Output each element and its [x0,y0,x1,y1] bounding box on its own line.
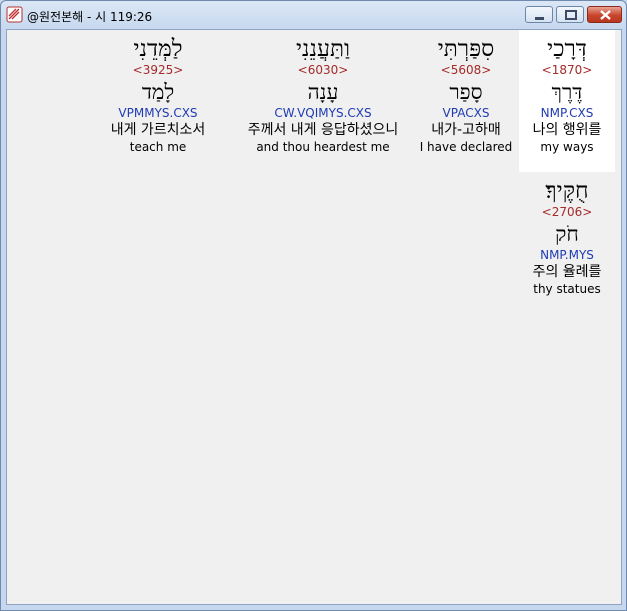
lemma: עָנָה [307,80,339,104]
lemma: חֹק [555,222,579,246]
word-cell[interactable]: לַמְּדֵנִי <3925> לָמַד VPMMYS.CXS 내게 가르… [99,30,217,155]
minimize-icon [535,17,544,20]
maximize-icon [565,10,577,20]
morphology: VPACXS [442,106,490,120]
korean-gloss: 나의 행위를 [532,122,602,138]
word-cell[interactable]: דְּרָכַי <1870> דֶּרֶךְ NMP.CXS 나의 행위를 m… [519,30,615,172]
english-gloss: thy statues [533,282,601,296]
english-gloss: my ways [540,140,594,154]
morphology: NMP.MYS [540,248,594,262]
korean-gloss: 내게 가르치소서 [110,122,206,138]
morphology: CW.VQIMYS.CXS [274,106,372,120]
strong-number[interactable]: <6030> [233,63,413,78]
english-gloss: I have declared [419,140,513,154]
word-cell[interactable]: חֻקֶּיךָ׃ <2706> חֹק NMP.MYS 주의 율례를 thy … [516,172,618,297]
korean-gloss: 주의 율례를 [532,264,602,280]
lemma: דֶּרֶךְ [551,80,583,104]
english-gloss: and thou heardest me [256,140,390,154]
hebrew-word: חֻקֶּיךָ׃ [545,178,589,204]
english-gloss: teach me [129,140,187,154]
strong-number[interactable]: <1870> [519,63,615,78]
window-title: @원전본해 - 시 119:26 [27,10,153,24]
lemma: סָפַר [449,80,483,104]
word-cell[interactable]: וַתַּעֲנֵנִי <6030> עָנָה CW.VQIMYS.CXS … [233,30,413,155]
strong-number[interactable]: <5608> [416,63,516,78]
close-icon [600,10,611,20]
word-cell[interactable]: סִפַּרְתִּי <5608> סָפַר VPACXS 내가-고하매 I… [416,30,516,155]
hebrew-word: לַמְּדֵנִי [133,36,183,62]
close-button[interactable] [587,6,622,23]
morphology: VPMMYS.CXS [118,106,198,120]
strong-number[interactable]: <2706> [516,205,618,220]
hebrew-word: דְּרָכַי [547,36,587,62]
maximize-button[interactable] [556,6,584,23]
app-icon[interactable] [6,6,23,23]
interlinear-panel: דְּרָכַי <1870> דֶּרֶךְ NMP.CXS 나의 행위를 m… [6,29,622,605]
title-bar[interactable]: @원전본해 - 시 119:26 [1,1,626,29]
strong-number[interactable]: <3925> [99,63,217,78]
korean-gloss: 내가-고하매 [431,122,501,138]
hebrew-word: וַתַּעֲנֵנִי [296,36,350,62]
hebrew-word: סִפַּרְתִּי [437,36,495,62]
morphology: NMP.CXS [540,106,594,120]
korean-gloss: 주께서 내게 응답하셨으니 [247,122,399,138]
app-window: @원전본해 - 시 119:26 דְּרָכַי <1870> דֶּרֶךְ… [0,0,627,611]
minimize-button[interactable] [525,6,553,23]
lemma: לָמַד [141,80,175,104]
